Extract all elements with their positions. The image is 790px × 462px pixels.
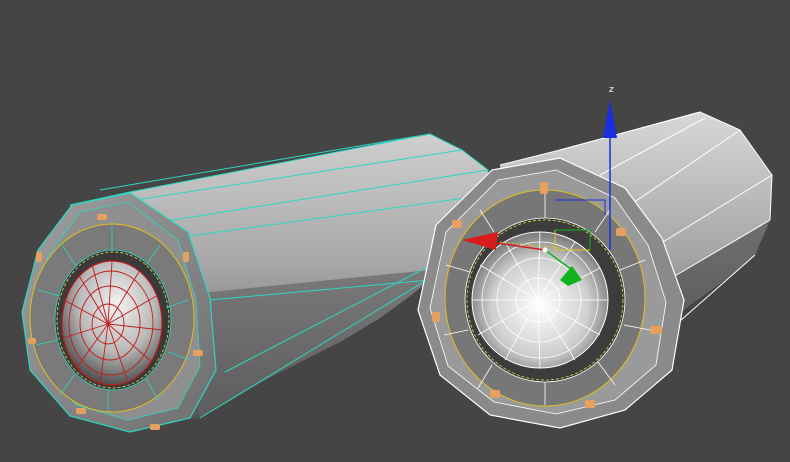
3d-viewport[interactable]: z: [0, 0, 790, 462]
gizmo-z-label: z: [609, 85, 614, 95]
gizmo-origin[interactable]: [542, 247, 548, 253]
cylinder-left-dome[interactable]: [61, 260, 163, 386]
gizmo-z-arrow-icon[interactable]: [603, 100, 617, 138]
scene-canvas[interactable]: z: [0, 0, 790, 462]
cylinder-left[interactable]: [21, 133, 489, 433]
